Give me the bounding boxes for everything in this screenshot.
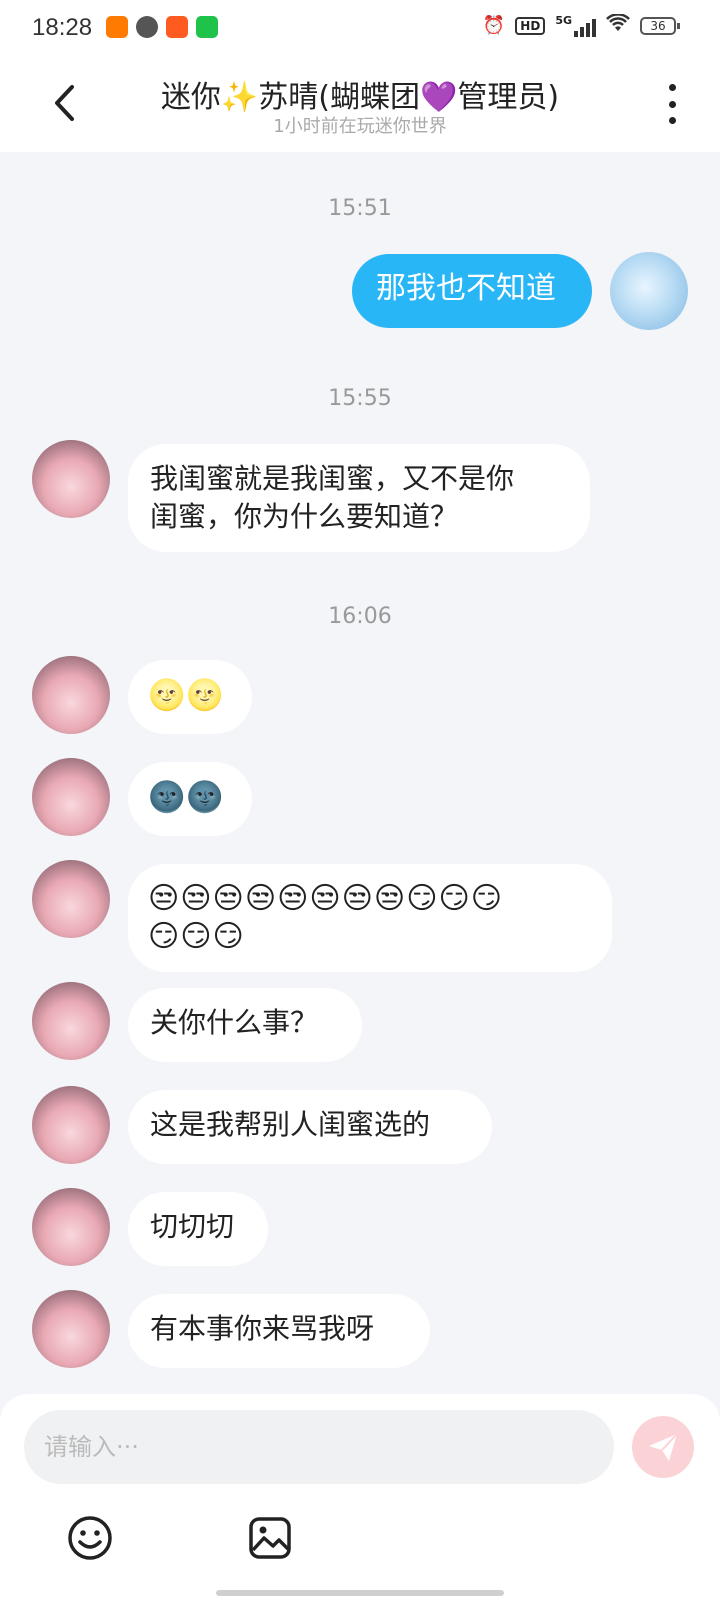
more-options-button[interactable] <box>662 84 682 124</box>
message-bubble-sent[interactable]: 那我也不知道 <box>352 254 592 328</box>
hd-icon: HD <box>515 16 546 35</box>
message-text: 😒😒😒😒😒😒😒😒😏😏😏 <box>148 881 504 916</box>
timestamp: 15:51 <box>328 196 392 221</box>
message-text: 闺蜜，你为什么要知道？ <box>150 500 459 533</box>
message-bubble-received[interactable]: 这是我帮别人闺蜜选的 <box>128 1090 492 1164</box>
emoji-button[interactable] <box>66 1514 114 1562</box>
image-icon <box>249 1517 291 1559</box>
alarm-icon: ⏰ <box>482 15 506 36</box>
system-icons: ⏰ HD 5G 36 <box>482 13 680 37</box>
timestamp: 15:55 <box>328 386 392 411</box>
signal-bars <box>574 17 596 37</box>
avatar[interactable] <box>32 860 110 938</box>
status-time: 18:28 <box>32 14 93 41</box>
home-indicator[interactable] <box>216 1590 504 1596</box>
taobao-app-icon <box>106 16 128 38</box>
image-picker-button[interactable] <box>248 1516 292 1560</box>
message-bubble-received[interactable]: 切切切 <box>128 1192 268 1266</box>
avatar[interactable] <box>32 1290 110 1368</box>
iqiyi-app-icon <box>196 16 218 38</box>
timestamp: 16:06 <box>328 604 392 629</box>
message-bubble-received[interactable]: 😒😒😒😒😒😒😒😒😏😏😏 😏😏😏 <box>128 864 612 972</box>
message-bubble-received[interactable]: 🌝🌝 <box>128 660 252 734</box>
notification-icons <box>106 16 218 38</box>
chat-header: 迷你✨苏晴(蝴蝶团💜管理员) 1小时前在玩迷你世界 <box>0 56 720 152</box>
chat-title: 迷你✨苏晴(蝴蝶团💜管理员) <box>160 80 560 115</box>
message-bubble-received[interactable]: 有本事你来骂我呀 <box>128 1294 430 1368</box>
avatar[interactable] <box>32 982 110 1060</box>
avatar[interactable] <box>32 758 110 836</box>
battery-icon: 36 <box>640 16 680 35</box>
cellular-signal-icon: 5G <box>555 14 596 37</box>
kuaishou-app-icon <box>166 16 188 38</box>
avatar[interactable] <box>32 1188 110 1266</box>
message-text: 我闺蜜就是我闺蜜，又不是你 <box>150 462 515 495</box>
avatar[interactable] <box>610 252 688 330</box>
avatar[interactable] <box>32 440 110 518</box>
send-button[interactable] <box>632 1416 694 1478</box>
message-bubble-received[interactable]: 关你什么事？ <box>128 988 362 1062</box>
message-input[interactable] <box>24 1410 614 1484</box>
message-bubble-received[interactable]: 我闺蜜就是我闺蜜，又不是你 闺蜜，你为什么要知道？ <box>128 444 590 552</box>
wifi-icon <box>606 13 630 37</box>
avatar[interactable] <box>32 656 110 734</box>
avatar[interactable] <box>32 1086 110 1164</box>
smiley-icon <box>68 1516 112 1560</box>
message-bubble-icon <box>136 16 158 38</box>
message-input-panel <box>0 1394 720 1600</box>
network-type: 5G <box>555 14 572 27</box>
send-paper-plane-icon <box>649 1433 678 1461</box>
more-vertical-icon <box>668 84 676 91</box>
message-bubble-received[interactable]: 🌚🌚 <box>128 762 252 836</box>
chat-subtitle-status: 1小时前在玩迷你世界 <box>273 116 447 137</box>
message-text: 😏😏😏 <box>148 919 245 954</box>
status-bar: 18:28 ⏰ HD 5G 36 <box>0 0 720 56</box>
